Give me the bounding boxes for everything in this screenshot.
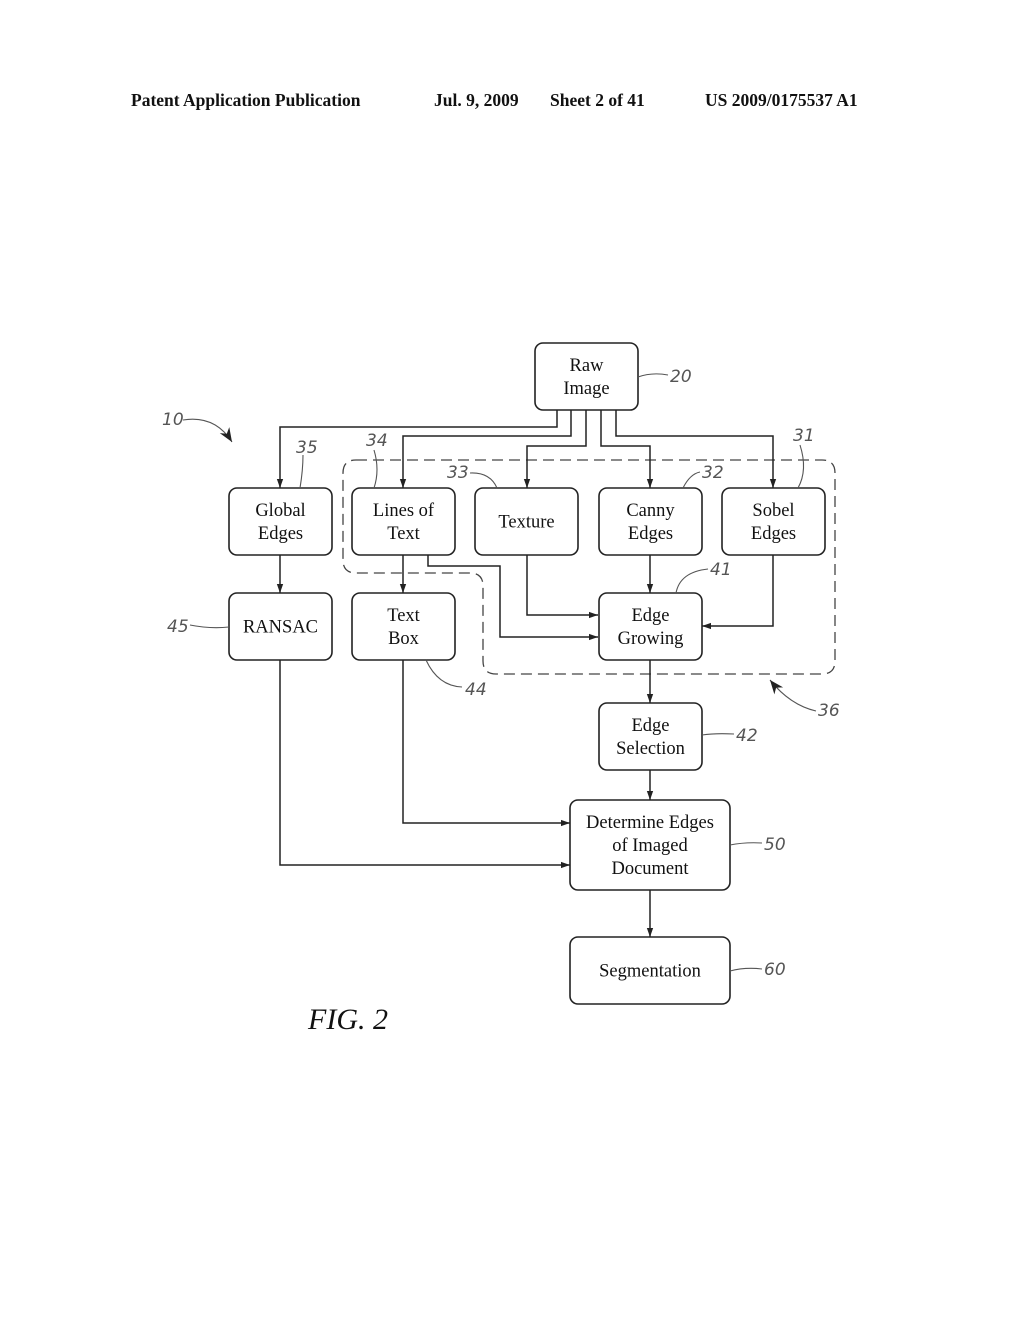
- ref-num-determine-edges: 50: [764, 835, 786, 855]
- node-box: [598, 592, 703, 661]
- node-label: Edges: [258, 524, 303, 544]
- node-label: Box: [388, 629, 420, 649]
- node-label: of Imaged: [612, 836, 688, 856]
- node-edge-selection: Edge Selection: [598, 702, 703, 771]
- node-label: Lines of: [373, 501, 435, 521]
- node-box: [598, 487, 703, 556]
- node-label: Texture: [498, 513, 554, 533]
- node-segmentation: Segmentation: [569, 936, 731, 1005]
- ref-num-segmentation: 60: [764, 960, 786, 980]
- node-label: Raw: [570, 356, 605, 376]
- edge-texture-to-growing: [526, 555, 598, 619]
- node-ransac: RANSAC: [228, 592, 333, 661]
- ref-num-texture: 33: [447, 463, 469, 483]
- ref-num-edge-selection: 42: [736, 726, 758, 746]
- node-raw-image: Raw Image: [534, 342, 639, 411]
- node-box: [721, 487, 826, 556]
- node-label: Edge: [631, 606, 669, 626]
- edge-raw-to-canny: [600, 410, 654, 488]
- node-label: Edges: [628, 524, 673, 544]
- node-label: Image: [563, 379, 609, 399]
- node-label: Text: [387, 524, 420, 544]
- node-label: Determine Edges: [586, 813, 714, 833]
- edge-ransac-to-determine: [279, 660, 570, 869]
- node-text-box: Text Box: [351, 592, 456, 661]
- node-texture: Texture: [474, 487, 579, 556]
- ref-num-group: 36: [818, 701, 840, 721]
- node-global-edges: Global Edges: [228, 487, 333, 556]
- node-determine-edges: Determine Edges of Imaged Document: [569, 799, 731, 891]
- node-label: Selection: [616, 739, 685, 759]
- ref-num-canny-edges: 32: [702, 463, 724, 483]
- node-label: Sobel: [752, 501, 794, 521]
- ref-num-text-box: 44: [465, 680, 487, 700]
- ref-num-global-edges: 35: [296, 438, 318, 458]
- node-canny-edges: Canny Edges: [598, 487, 703, 556]
- node-label: Document: [611, 859, 689, 879]
- node-box: [534, 342, 639, 411]
- node-box: [351, 487, 456, 556]
- ref-num-raw-image: 20: [670, 367, 692, 387]
- ref-num-edge-growing: 41: [710, 560, 732, 580]
- node-box: [598, 702, 703, 771]
- node-box: [228, 487, 333, 556]
- node-label: Text: [387, 606, 420, 626]
- node-label: Global: [255, 501, 305, 521]
- node-edge-growing: Edge Growing: [598, 592, 703, 661]
- node-sobel-edges: Sobel Edges: [721, 487, 826, 556]
- ref-num-ransac: 45: [167, 617, 189, 637]
- ref-num-lines-of-text: 34: [366, 431, 388, 451]
- node-label: RANSAC: [243, 618, 318, 638]
- edge-raw-to-global: [276, 410, 558, 488]
- node-lines-of-text: Lines of Text: [351, 487, 456, 556]
- node-label: Edge: [631, 716, 669, 736]
- node-label: Edges: [751, 524, 796, 544]
- node-box: [351, 592, 456, 661]
- node-label: Growing: [618, 629, 684, 649]
- ref-num-sobel-edges: 31: [793, 426, 815, 446]
- node-label: Canny: [626, 501, 675, 521]
- figure-label: FIG. 2: [307, 1003, 388, 1036]
- ref-num-system: 10: [162, 410, 184, 430]
- node-label: Segmentation: [599, 962, 701, 982]
- edge-raw-to-sobel: [615, 410, 777, 488]
- flow-diagram: Raw Image Global Edges Lines of Text Texture Ca…: [162, 342, 840, 1036]
